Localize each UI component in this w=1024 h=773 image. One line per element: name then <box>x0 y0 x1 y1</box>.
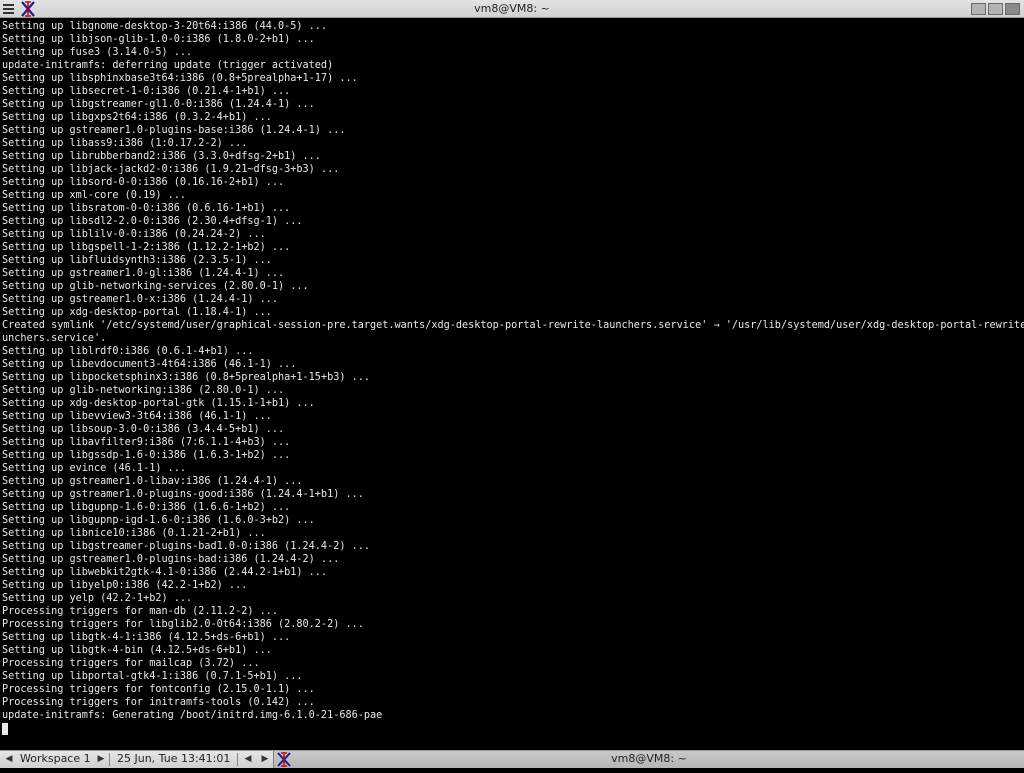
terminal-line: Setting up gstreamer1.0-x:i386 (1.24.4-1… <box>2 294 279 305</box>
terminal-line: Setting up libgstreamer-plugins-bad1.0-0… <box>2 541 371 552</box>
terminal-line: Setting up libjson-glib-1.0-0:i386 (1.8.… <box>2 34 315 45</box>
terminal-line: Setting up xdg-desktop-portal (1.18.4-1)… <box>2 307 272 318</box>
bottom-panel: ◀ Workspace 1 ▶ 25 Jun, Tue 13:41:01 ◀ ▶… <box>0 750 1024 768</box>
terminal-line: Setting up libevview3-3t64:i386 (46.1-1)… <box>2 411 272 422</box>
terminal-line: Setting up glib-networking:i386 (2.80.0-… <box>2 385 285 396</box>
window-title: vm8@VM8: ~ <box>474 2 550 15</box>
terminal-line: Setting up liblrdf0:i386 (0.6.1-4+b1) ..… <box>2 346 254 357</box>
terminal-line: Setting up libjack-jackd2-0:i386 (1.9.21… <box>2 164 340 175</box>
terminal-line: Processing triggers for libglib2.0-0t64:… <box>2 619 364 630</box>
terminal-line: Setting up librubberband2:i386 (3.3.0+df… <box>2 151 321 162</box>
terminal-line: Setting up evince (46.1-1) ... <box>2 463 187 474</box>
panel-divider <box>109 753 110 766</box>
terminal-line: Setting up gstreamer1.0-gl:i386 (1.24.4-… <box>2 268 285 279</box>
window-titlebar[interactable]: vm8@VM8: ~ <box>0 0 1024 18</box>
terminal-line: Processing triggers for fontconfig (2.15… <box>2 684 315 695</box>
terminal-line: Setting up libevdocument3-4t64:i386 (46.… <box>2 359 297 370</box>
terminal-line: Processing triggers for man-db (2.11.2-2… <box>2 606 279 617</box>
panel-divider <box>237 753 238 766</box>
terminal-line: Setting up libsecret-1-0:i386 (0.21.4-1+… <box>2 86 291 97</box>
terminal-line: Setting up libyelp0:i386 (42.2-1+b2) ... <box>2 580 248 591</box>
terminal-line: Setting up yelp (42.2-1+b2) ... <box>2 593 193 604</box>
terminal-line: Setting up xml-core (0.19) ... <box>2 190 187 201</box>
terminal-line: Setting up libsord-0-0:i386 (0.16.16-2+b… <box>2 177 285 188</box>
terminal-line: Setting up libsoup-3.0-0:i386 (3.4.4-5+b… <box>2 424 285 435</box>
clock[interactable]: 25 Jun, Tue 13:41:01 <box>117 751 230 768</box>
terminal-line: Setting up libsratom-0-0:i386 (0.6.16-1+… <box>2 203 291 214</box>
terminal-output[interactable]: Setting up libgnome-desktop-3-20t64:i386… <box>0 19 1024 750</box>
terminal-line: Setting up libportal-gtk4-1:i386 (0.7.1-… <box>2 671 303 682</box>
terminal-line: Setting up gstreamer1.0-libav:i386 (1.24… <box>2 476 303 487</box>
workspace-next-arrow-icon[interactable]: ▶ <box>96 751 106 768</box>
terminal-line: Setting up libgtk-4-bin (4.12.5+ds-6+b1)… <box>2 645 272 656</box>
close-button[interactable] <box>1005 3 1020 15</box>
terminal-line: Setting up libfluidsynth3:i386 (2.3.5-1)… <box>2 255 272 266</box>
terminal-line: Setting up libgnome-desktop-3-20t64:i386… <box>2 21 328 32</box>
terminal-line: Setting up glib-networking-services (2.8… <box>2 281 309 292</box>
terminal-line: Setting up gstreamer1.0-plugins-bad:i386… <box>2 554 340 565</box>
terminal-line: Setting up libpocketsphinx3:i386 (0.8+5p… <box>2 372 371 383</box>
workspace-prev-arrow-icon[interactable]: ◀ <box>4 751 14 768</box>
terminal-line: Setting up libgxps2t64:i386 (0.3.2-4+b1)… <box>2 112 272 123</box>
terminal-line: Setting up libwebkit2gtk-4.1-0:i386 (2.4… <box>2 567 328 578</box>
terminal-cursor <box>2 723 8 735</box>
terminal-line: Processing triggers for mailcap (3.72) .… <box>2 658 260 669</box>
task-prev-arrow-icon[interactable]: ◀ <box>243 751 253 768</box>
maximize-button[interactable] <box>988 3 1003 15</box>
terminal-line: Setting up libgupnp-1.6-0:i386 (1.6.6-1+… <box>2 502 291 513</box>
terminal-text: Setting up libgnome-desktop-3-20t64:i386… <box>0 19 1024 735</box>
taskbar-item-terminal[interactable]: vm8@VM8: ~ <box>273 751 1024 768</box>
terminal-line: Created symlink '/etc/systemd/user/graph… <box>2 320 1024 331</box>
terminal-line: Setting up libsdl2-2.0-0:i386 (2.30.4+df… <box>2 216 303 227</box>
terminal-line: Processing triggers for initramfs-tools … <box>2 697 315 708</box>
terminal-line: Setting up libgstreamer-gl1.0-0:i386 (1.… <box>2 99 315 110</box>
terminal-line: Setting up libgtk-4-1:i386 (4.12.5+ds-6+… <box>2 632 291 643</box>
terminal-line: Setting up xdg-desktop-portal-gtk (1.15.… <box>2 398 315 409</box>
terminal-line: unchers.service'. <box>2 333 107 344</box>
terminal-line: Setting up libgssdp-1.6-0:i386 (1.6.3-1+… <box>2 450 291 461</box>
terminal-line: Setting up liblilv-0-0:i386 (0.24.24-2) … <box>2 229 266 240</box>
taskbar-item-label: vm8@VM8: ~ <box>611 752 687 765</box>
terminal-line: Setting up libnice10:i386 (0.1.21-2+b1) … <box>2 528 266 539</box>
terminal-line: Setting up libgupnp-igd-1.6-0:i386 (1.6.… <box>2 515 315 526</box>
task-next-arrow-icon[interactable]: ▶ <box>260 751 270 768</box>
workspace-label[interactable]: Workspace 1 <box>20 751 91 768</box>
terminal-line: update-initramfs: Generating /boot/initr… <box>2 710 383 721</box>
minimize-button[interactable] <box>971 3 986 15</box>
terminal-line: Setting up libavfilter9:i386 (7:6.1.1-4+… <box>2 437 291 448</box>
terminal-line: Setting up libgspell-1-2:i386 (1.12.2-1+… <box>2 242 291 253</box>
terminal-line: Setting up libass9:i386 (1:0.17.2-2) ... <box>2 138 248 149</box>
terminal-cursor-line <box>2 722 1024 735</box>
terminal-line: Setting up gstreamer1.0-plugins-good:i38… <box>2 489 364 500</box>
terminal-line: update-initramfs: deferring update (trig… <box>2 60 334 71</box>
terminal-line: Setting up fuse3 (3.14.0-5) ... <box>2 47 193 58</box>
terminal-line: Setting up libsphinxbase3t64:i386 (0.8+5… <box>2 73 358 84</box>
terminal-line: Setting up gstreamer1.0-plugins-base:i38… <box>2 125 346 136</box>
